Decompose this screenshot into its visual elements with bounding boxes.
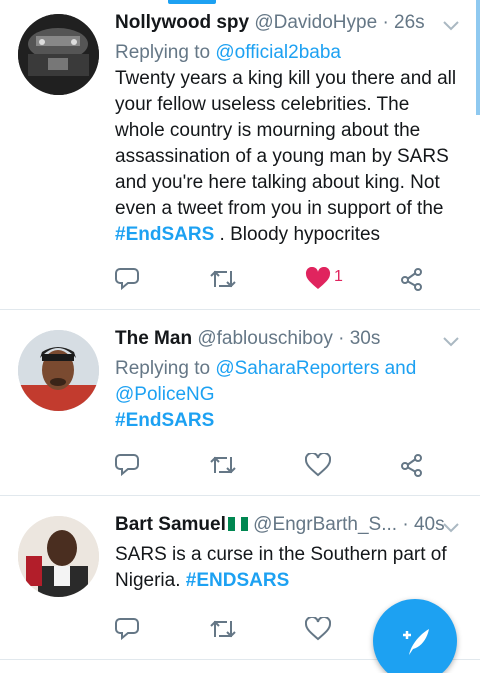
- reply-icon: [115, 268, 139, 291]
- tweet-item[interactable]: The Man @fablouschiboy · 30s Replying to…: [0, 310, 480, 496]
- tweet-header: Nollywood spy @DavidoHype · 26s: [115, 10, 460, 36]
- like-button[interactable]: [303, 264, 333, 294]
- reply-button[interactable]: [112, 614, 142, 644]
- like-button[interactable]: [303, 614, 333, 644]
- user-name[interactable]: Bart Samuel: [115, 514, 226, 535]
- tweet-actions: [0, 450, 480, 480]
- share-button[interactable]: [397, 264, 427, 294]
- retweet-button[interactable]: [208, 614, 238, 644]
- avatar[interactable]: [18, 14, 99, 95]
- tweet-text: #EndSARS: [115, 408, 460, 434]
- avatar[interactable]: [18, 330, 99, 411]
- tweet-actions: 1: [0, 264, 480, 294]
- retweet-icon: [210, 456, 236, 474]
- reply-button[interactable]: [112, 264, 142, 294]
- hashtag-link[interactable]: #EndSARS: [115, 410, 214, 431]
- replying-to: Replying to @official2baba: [115, 40, 460, 66]
- tweet-header: The Man @fablouschiboy · 30s: [115, 326, 460, 352]
- tweet-text-body: Twenty years a king kill you there and a…: [115, 68, 457, 219]
- like-button[interactable]: [303, 450, 333, 480]
- tweet-text: Twenty years a king kill you there and a…: [115, 66, 460, 248]
- reply-icon: [115, 454, 139, 477]
- heart-icon: [305, 617, 331, 641]
- share-icon: [401, 454, 422, 477]
- retweet-icon: [210, 270, 236, 288]
- user-name[interactable]: Nollywood spy: [115, 12, 249, 33]
- hashtag-link[interactable]: #EndSARS: [115, 224, 214, 245]
- hashtag-link[interactable]: #ENDSARS: [186, 570, 289, 591]
- avatar[interactable]: [18, 516, 99, 597]
- tweet-time: · 26s: [382, 12, 425, 33]
- share-button[interactable]: [397, 450, 427, 480]
- compose-tweet-icon: [403, 629, 429, 655]
- reply-button[interactable]: [112, 450, 142, 480]
- tweet-text-tail: . Bloody hypocrites: [219, 224, 381, 245]
- tweet-item[interactable]: Nollywood spy @DavidoHype · 26s Replying…: [0, 0, 480, 310]
- reply-icon: [115, 618, 139, 641]
- tweet-header: Bart Samuel @EngrBarth_S... · 40s: [115, 512, 460, 538]
- heart-icon: [305, 267, 331, 289]
- tweet-time: · 30s: [338, 328, 381, 349]
- heart-icon: [305, 453, 331, 477]
- replying-to-label: Replying to: [115, 358, 211, 379]
- user-handle[interactable]: @EngrBarth_S...: [253, 514, 397, 535]
- replying-to: Replying to @SaharaReporters and @Police…: [115, 356, 460, 408]
- replying-to-label: Replying to: [115, 42, 211, 63]
- nigeria-flag-icon: [227, 517, 248, 531]
- user-handle[interactable]: @fablouschiboy: [197, 328, 332, 349]
- retweet-icon: [210, 620, 236, 638]
- tweet-text: SARS is a curse in the Southern part of …: [115, 542, 460, 594]
- user-handle[interactable]: @DavidoHype: [254, 12, 377, 33]
- user-name[interactable]: The Man: [115, 328, 192, 349]
- tweet-time: · 40s: [402, 514, 445, 535]
- share-icon: [401, 268, 422, 291]
- retweet-button[interactable]: [208, 264, 238, 294]
- compose-tweet-button[interactable]: [373, 599, 457, 673]
- like-count: 1: [334, 268, 343, 285]
- retweet-button[interactable]: [208, 450, 238, 480]
- reply-mention-link[interactable]: @official2baba: [215, 42, 341, 63]
